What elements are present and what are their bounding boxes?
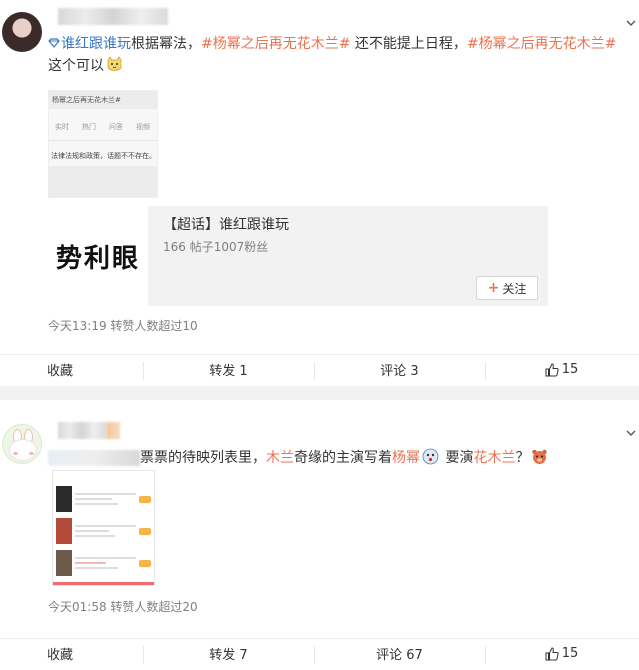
like-button[interactable]: 15 [485,355,638,385]
avatar[interactable] [2,424,42,464]
want-to-see-button [139,495,151,503]
thumbnail-tab: 问答 [109,123,123,131]
bunny-face [9,439,37,461]
movie-poster-image [56,550,72,576]
supertopic-card-title[interactable]: 【超话】谁红跟谁玩 [163,214,289,234]
chevron-down-icon[interactable] [626,428,636,438]
mention-link[interactable]: 花木兰 [473,450,515,466]
supertopic-card-image: 势利眼 [48,206,148,306]
thumbnail-message: 法律法规和政策，话题不不存在。 [51,152,156,160]
like-button[interactable]: 15 [485,639,638,669]
post-text-segment: 根据幂法， [131,36,201,52]
cat-emoji-icon [106,56,123,73]
favorite-button[interactable]: 收藏 [0,355,143,385]
thumbs-up-icon [545,362,559,376]
thumbs-up-icon [545,646,559,660]
like-count: 15 [561,362,579,377]
comment-button[interactable]: 评论 67 [314,639,485,669]
post-action-bar: 收藏 转发 7 评论 67 15 [0,638,639,668]
supertopic-card[interactable]: 势利眼 【超话】谁红跟谁玩 166 帖子1007粉丝 + 关注 [48,206,548,306]
thumbnail-movie-row [53,547,154,579]
mention-link[interactable]: 木兰 [266,450,294,466]
repost-label: 转发 1 [209,364,248,379]
post-text-segment: 要演 [441,450,474,466]
post-text-segment: 还不能提上日程， [350,36,467,52]
plus-icon: + [487,280,500,296]
divider [485,645,486,664]
movie-poster-image [56,486,72,512]
thumbnail-blank-area [49,166,157,197]
want-to-see-button [139,527,151,535]
thumbnail-header [53,471,154,483]
follow-button-label: 关注 [502,281,527,296]
avatar[interactable] [2,12,42,52]
thumbnail-movie-row [53,483,154,515]
username-blurred[interactable] [58,8,168,25]
surprised-face-emoji-icon [422,448,439,465]
thumbnail-tab: 视频 [136,123,150,131]
thumbnail-tab: 实时 [55,123,69,131]
supertopic-icon [48,33,60,48]
like-count: 15 [561,646,579,661]
post-text-segment: 奇缘的主演写着 [294,450,392,466]
post-text-segment: 票票的待映列表里， [140,450,266,466]
bunny-cheek [29,452,34,455]
thumbnail-footer-bar [53,582,154,585]
favorite-label: 收藏 [47,648,74,663]
thumbnail-tab: 热门 [82,123,96,131]
thumbnail-tabs: 实时 热门 问答 视频 [49,109,157,132]
comment-button[interactable]: 评论 3 [314,355,485,385]
follow-button[interactable]: + 关注 [476,276,538,300]
thumbnail-divider [49,140,157,141]
post-image-thumbnail[interactable] [52,470,155,586]
post-meta: 今天01:58 转赞人数超过20 [48,600,198,614]
divider [314,645,315,664]
repost-label: 转发 7 [209,648,248,663]
divider [485,361,486,380]
divider [143,645,144,664]
bear-emoji-icon [531,448,548,465]
comment-label: 评论 67 [376,648,423,663]
movie-info-lines [75,554,136,572]
movie-poster-image [56,518,72,544]
thumbnail-header: 杨幂之后再无花木兰# [49,91,157,109]
divider [314,361,315,380]
hashtag-link[interactable]: #杨幂之后再无花木兰# [467,36,616,52]
user-badge-blurred [106,422,120,439]
movie-info-lines [75,490,136,508]
mention-link[interactable]: 杨幂 [392,450,420,466]
post-text-segment: 这个可以 [48,58,104,74]
post-text-segment: ？ [515,450,530,466]
repost-button[interactable]: 转发 7 [143,639,314,669]
post-image-thumbnail[interactable]: 杨幂之后再无花木兰# 实时 热门 问答 视频 法律法规和政策，话题不不存在。 [48,90,158,198]
favorite-button[interactable]: 收藏 [0,639,143,669]
supertopic-card-stats: 166 帖子1007粉丝 [163,240,269,254]
movie-info-lines [75,522,136,540]
thumbnail-movie-row [53,515,154,547]
divider [143,361,144,380]
bunny-cheek [13,452,18,455]
repost-button[interactable]: 转发 1 [143,355,314,385]
post-text: 谁红跟谁玩根据幂法，#杨幂之后再无花木兰# 还不能提上日程，#杨幂之后再无花木兰… [48,33,626,77]
post-text: 票票的待映列表里，木兰奇缘的主演写着杨幂 要演花木兰？ [48,447,626,469]
username-blurred[interactable] [58,422,106,439]
post-meta: 今天13:19 转赞人数超过10 [48,319,198,333]
comment-label: 评论 3 [380,364,419,379]
supertopic-link[interactable]: 谁红跟谁玩 [61,36,131,52]
post-action-bar: 收藏 转发 1 评论 3 15 [0,354,639,384]
hashtag-link[interactable]: #杨幂之后再无花木兰# [201,36,350,52]
chevron-down-icon[interactable] [626,18,636,28]
favorite-label: 收藏 [47,364,74,379]
want-to-see-button [139,559,151,567]
